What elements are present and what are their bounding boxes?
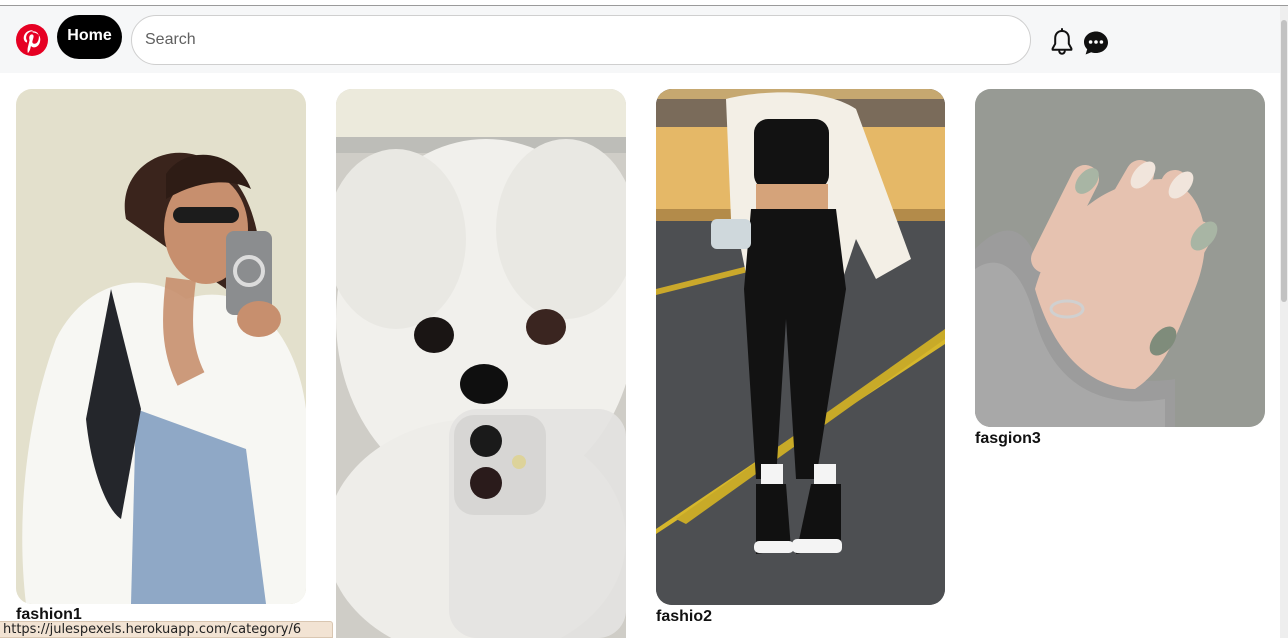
pinterest-logo-icon[interactable] — [16, 24, 48, 56]
scrollbar-thumb[interactable] — [1281, 20, 1287, 302]
pin-image[interactable] — [16, 89, 306, 604]
link-status-bar: https://julespexels.herokuapp.com/catego… — [0, 621, 333, 638]
pin-card[interactable]: fashion1 — [16, 89, 306, 629]
top-navigation-bar: Home — [0, 6, 1280, 73]
search-input[interactable] — [131, 15, 1031, 65]
pin-image[interactable] — [656, 89, 945, 605]
pin-card[interactable] — [336, 89, 626, 638]
bell-icon[interactable] — [1049, 28, 1075, 56]
chat-icon[interactable] — [1082, 29, 1110, 57]
pin-image[interactable] — [336, 89, 626, 638]
pin-title: fashio2 — [656, 608, 713, 625]
pin-card[interactable]: fashio2 — [656, 89, 945, 629]
pin-title: fasgion3 — [975, 430, 1041, 447]
pin-card[interactable]: fasgion3 — [975, 89, 1265, 454]
home-button[interactable]: Home — [57, 15, 122, 59]
pin-image[interactable] — [975, 89, 1265, 427]
